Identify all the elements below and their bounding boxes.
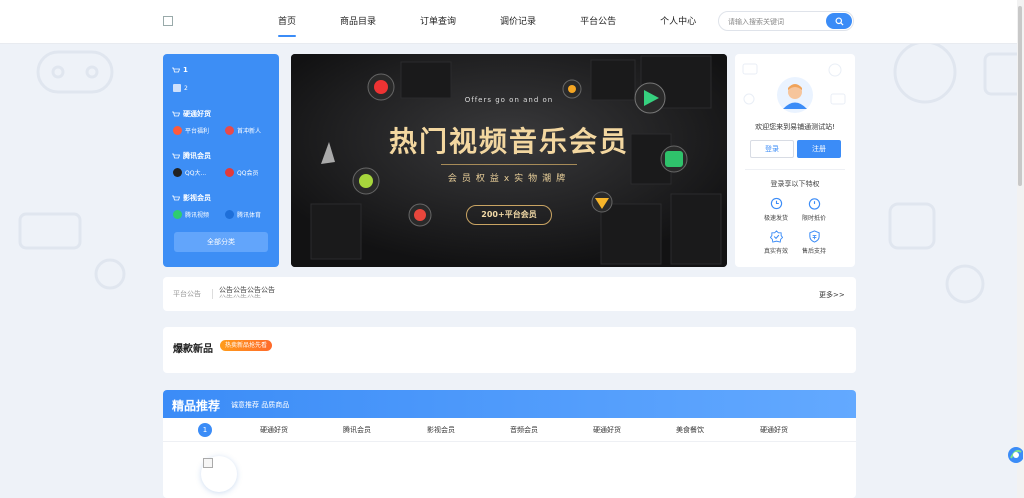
hot-products-section: 爆款新品 热卖新品抢先看 <box>163 327 856 373</box>
cart-icon <box>172 111 180 116</box>
nav-catalog[interactable]: 商品目录 <box>340 0 376 44</box>
tab-video-vip[interactable]: 影视会员 <box>427 425 455 435</box>
banner-tagline: 会员权益x实物潮牌 <box>447 174 571 184</box>
section-title: 精品推荐 <box>172 399 221 413</box>
banner-background <box>291 54 727 267</box>
category-group-video[interactable]: 影视会员 <box>172 193 211 203</box>
main-nav: 首页 商品目录 订单查询 调价记录 平台公告 个人中心 <box>278 0 740 44</box>
search-icon <box>834 16 844 26</box>
timer-icon <box>808 198 820 210</box>
newbie-icon <box>225 126 234 135</box>
tab-audio-vip[interactable]: 音频会员 <box>510 425 538 435</box>
category-group-tencent[interactable]: 腾讯会员 <box>172 151 211 161</box>
category-item[interactable]: QQ大... <box>173 168 206 177</box>
clock-fast-icon <box>770 197 782 210</box>
category-group-title: 1 <box>183 66 188 74</box>
floating-assistant-icon[interactable] <box>1005 444 1023 466</box>
tab-hard-goods[interactable]: 硬通好货 <box>260 425 288 435</box>
top-header: 首页 商品目录 订单查询 调价记录 平台公告 个人中心 <box>0 0 1024 44</box>
privilege-limited-discount: 限时抵价 <box>794 197 834 222</box>
banner-title: 热门视频音乐会员 <box>388 125 629 158</box>
gift-icon <box>173 126 182 135</box>
tab-hard-goods-3[interactable]: 硬通好货 <box>760 425 788 435</box>
search-button[interactable] <box>826 13 852 29</box>
verified-icon <box>769 230 783 243</box>
recommend-section: 精品推荐 诚意推荐 品质商品 1 硬通好货 腾讯会员 影视会员 音频会员 硬通好… <box>163 390 856 498</box>
search-box <box>718 11 854 31</box>
category-item-label: 2 <box>184 84 188 92</box>
section-subtitle: 诚意推荐 品质商品 <box>231 401 290 409</box>
privilege-label: 极速发货 <box>763 215 788 222</box>
tab-active[interactable]: 1 <box>198 423 212 437</box>
announcement-text-next[interactable]: 公告公告公告 <box>219 293 261 298</box>
category-item-label: QQ会员 <box>237 170 259 177</box>
category-group-title: 腾讯会员 <box>183 152 211 160</box>
hero-banner[interactable]: Offers go on and on 热门视频音乐会员 会员权益x实物潮牌 2… <box>291 54 727 267</box>
login-button[interactable]: 登录 <box>750 140 794 158</box>
announcement-more-link[interactable]: 更多>> <box>819 290 845 300</box>
category-group-hard-goods[interactable]: 硬通好货 <box>172 109 211 119</box>
welcome-text: 欢迎您来到易铺通测试站! <box>755 123 835 131</box>
divider <box>745 169 845 170</box>
recommend-tabs: 1 硬通好货 腾讯会员 影视会员 音频会员 硬通好货 美食餐饮 硬通好货 <box>163 418 856 442</box>
privilege-authentic: 真实有效 <box>756 230 796 255</box>
broken-image-icon <box>173 84 181 92</box>
tab-hard-goods-2[interactable]: 硬通好货 <box>593 425 621 435</box>
shield-icon <box>808 230 820 243</box>
nav-announcements[interactable]: 平台公告 <box>580 0 616 44</box>
divider <box>212 289 213 299</box>
category-item-label: 腾讯体育 <box>237 212 262 219</box>
category-item-label: 平台福利 <box>185 128 210 135</box>
qq-vip-icon <box>225 168 234 177</box>
broken-image-icon <box>203 458 213 468</box>
privilege-label: 售后支持 <box>801 248 826 255</box>
announcement-label: 平台公告 <box>173 290 201 298</box>
privileges-title: 登录享以下特权 <box>770 180 820 188</box>
nav-price-log[interactable]: 调价记录 <box>500 0 536 44</box>
site-logo[interactable] <box>163 16 173 26</box>
qq-penguin-icon <box>173 168 182 177</box>
privilege-label: 限时抵价 <box>801 215 826 222</box>
nav-orders[interactable]: 订单查询 <box>420 0 456 44</box>
tencent-sports-icon <box>225 210 234 219</box>
category-group-1[interactable]: 1 <box>172 66 188 74</box>
all-categories-button[interactable]: 全部分类 <box>174 232 268 252</box>
category-group-title: 硬通好货 <box>183 110 211 118</box>
cart-icon <box>172 195 180 200</box>
announcement-bar: 平台公告 公告公告公告公告 公告公告公告 更多>> <box>163 277 856 311</box>
hot-badge: 热卖新品抢先看 <box>220 340 273 351</box>
section-title: 爆款新品 <box>173 344 213 355</box>
banner-pill: 200+平台会员 <box>466 205 552 225</box>
cart-icon <box>172 67 180 72</box>
privilege-after-sales: 售后支持 <box>794 230 834 255</box>
category-item[interactable]: QQ会员 <box>225 168 258 177</box>
category-item[interactable]: 腾讯体育 <box>225 210 261 219</box>
banner-divider <box>441 164 577 165</box>
nav-home[interactable]: 首页 <box>278 0 297 44</box>
category-group-title: 影视会员 <box>183 194 211 202</box>
privilege-label: 真实有效 <box>763 248 788 255</box>
cart-icon <box>172 153 180 158</box>
category-item[interactable]: 腾讯视频 <box>173 210 209 219</box>
banner-subtitle: Offers go on and on <box>464 96 554 104</box>
avatar <box>777 77 813 113</box>
tab-food[interactable]: 美食餐饮 <box>676 425 704 435</box>
search-input[interactable] <box>728 16 818 27</box>
category-item[interactable]: 首冲新人 <box>225 126 261 135</box>
category-item-label: 首冲新人 <box>237 128 262 135</box>
tencent-video-icon <box>173 210 182 219</box>
page-scrollbar[interactable] <box>1017 0 1024 498</box>
category-item-label: QQ大... <box>185 170 207 177</box>
category-item-label: 腾讯视频 <box>185 212 210 219</box>
scrollbar-thumb[interactable] <box>1018 6 1022 186</box>
category-item[interactable]: 平台福利 <box>173 126 209 135</box>
nav-profile[interactable]: 个人中心 <box>660 0 696 44</box>
user-card: 欢迎您来到易铺通测试站! 登录 注册 登录享以下特权 极速发货 限时抵价 真实有… <box>735 54 855 267</box>
register-button[interactable]: 注册 <box>797 140 841 158</box>
tab-tencent-vip[interactable]: 腾讯会员 <box>343 425 371 435</box>
category-item[interactable]: 2 <box>173 84 188 92</box>
category-panel: 1 2 硬通好货 平台福利 首冲新人 腾讯会员 QQ大... QQ会员 影视会员… <box>163 54 279 267</box>
privilege-fast-delivery: 极速发货 <box>756 197 796 222</box>
